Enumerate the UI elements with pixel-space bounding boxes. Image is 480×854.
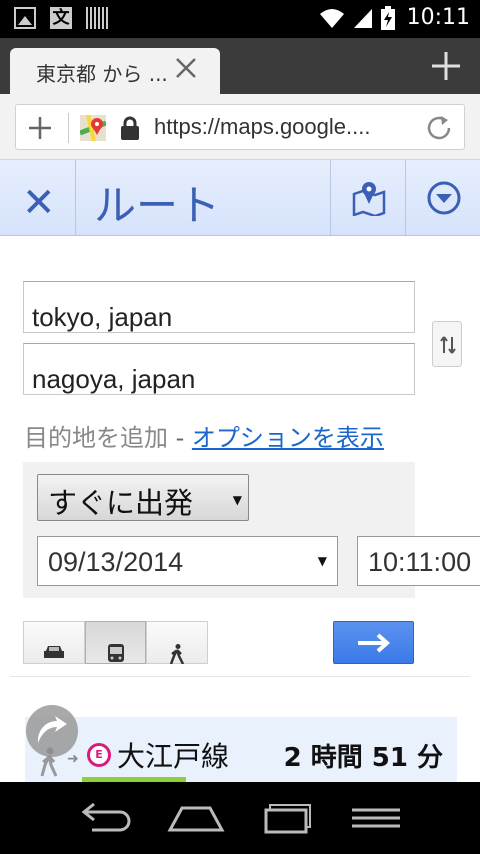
line-badge: E xyxy=(87,743,111,767)
car-mode-button[interactable] xyxy=(23,621,85,664)
text-notification-icon: 文 xyxy=(50,7,72,29)
menu-icon[interactable] xyxy=(346,800,406,836)
swap-button[interactable] xyxy=(432,321,462,367)
route-duration: 2 時間 51 分 xyxy=(283,743,443,773)
origin-input[interactable]: tokyo, japan xyxy=(23,281,415,333)
address-bar[interactable]: https://maps.google.... xyxy=(15,104,465,150)
lock-icon xyxy=(121,116,139,140)
step-arrow-icon: ➜ xyxy=(67,751,79,767)
route-header: ✕ ルート xyxy=(0,160,480,236)
destination-input[interactable]: nagoya, japan xyxy=(23,343,415,395)
wifi-icon xyxy=(319,8,344,28)
depart-select-value: すぐに出発 xyxy=(48,486,194,520)
battery-charging-icon xyxy=(380,5,395,30)
clock: 10:11 xyxy=(406,5,470,30)
map-pin-icon xyxy=(352,182,386,216)
add-destination-link[interactable]: 目的地を追加 xyxy=(24,424,168,452)
reload-icon[interactable] xyxy=(424,113,454,143)
get-directions-button[interactable] xyxy=(333,621,414,664)
bus-icon xyxy=(107,644,124,662)
menu-button[interactable] xyxy=(405,160,480,236)
depart-select[interactable]: すぐに出発 ▼ xyxy=(37,474,249,521)
status-bar: 文 10:11 xyxy=(0,0,480,38)
url-text[interactable]: https://maps.google.... xyxy=(154,114,370,140)
transit-mode-button[interactable] xyxy=(84,621,147,664)
show-options-link[interactable]: オプションを表示 xyxy=(192,424,384,452)
time-input[interactable]: 10:11:00 xyxy=(357,536,480,586)
my-location-button[interactable] xyxy=(26,705,78,757)
tab-strip: 東京都 から ... xyxy=(0,38,480,94)
page-title: ルート xyxy=(94,181,221,230)
close-route-button[interactable]: ✕ xyxy=(0,160,76,236)
chevron-down-circle-icon xyxy=(427,181,461,215)
toolbar: https://maps.google.... xyxy=(0,94,480,160)
destination-value: nagoya, japan xyxy=(32,364,196,394)
car-icon xyxy=(43,646,64,658)
new-tab-plus-icon[interactable] xyxy=(28,116,52,140)
browser-tab[interactable]: 東京都 から ... xyxy=(10,48,220,94)
walk-mode-button[interactable] xyxy=(146,621,209,664)
barcode-notification-icon xyxy=(86,7,108,29)
date-select[interactable]: 09/13/2014 ▼ xyxy=(37,536,338,586)
walk-icon xyxy=(170,644,185,664)
separator: - xyxy=(168,424,192,452)
maps-favicon-icon xyxy=(80,115,106,141)
recent-apps-icon[interactable] xyxy=(256,800,316,836)
route-result-item[interactable]: ➜ E 大江戸線 2 時間 51 分 xyxy=(25,717,457,783)
image-notification-icon xyxy=(14,7,36,29)
close-icon: ✕ xyxy=(22,180,56,226)
date-value: 09/13/2014 xyxy=(48,547,184,577)
divider xyxy=(68,113,69,143)
divider xyxy=(10,676,470,677)
tab-title: 東京都 から ... xyxy=(36,62,168,86)
origin-value: tokyo, japan xyxy=(32,302,173,332)
close-tab-icon[interactable] xyxy=(174,56,198,80)
swap-icon xyxy=(440,336,456,354)
dropdown-arrow-icon: ▼ xyxy=(317,554,327,568)
signal-icon xyxy=(353,8,372,28)
home-icon[interactable] xyxy=(166,800,226,836)
arrow-right-icon xyxy=(358,633,391,653)
new-tab-icon[interactable] xyxy=(430,50,462,82)
navigation-icon xyxy=(37,716,67,743)
map-view-button[interactable] xyxy=(330,160,405,236)
time-value: 10:11:00 xyxy=(368,547,472,577)
dropdown-arrow-icon: ▼ xyxy=(232,493,242,507)
options-row: 目的地を追加 - オプションを表示 xyxy=(24,418,384,453)
back-icon[interactable] xyxy=(76,800,136,836)
navigation-bar xyxy=(0,782,480,854)
transit-line-name: 大江戸線 xyxy=(117,740,230,773)
travel-mode-selector xyxy=(23,621,209,664)
